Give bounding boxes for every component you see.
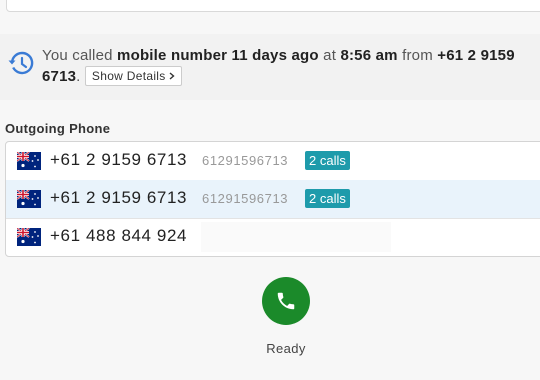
outgoing-phone-list: +61 2 9159 6713 61291596713 2 calls +61 … [5, 141, 540, 257]
phone-raw-digits: 61291596713 [202, 153, 289, 168]
notice-time: 8:56 am [340, 47, 398, 64]
phone-icon [277, 292, 295, 310]
call-status: Ready [266, 341, 306, 356]
call-button[interactable] [262, 277, 310, 325]
call-count-badge: 2 calls [305, 189, 350, 208]
notice-prefix: You called [42, 47, 118, 64]
previous-card [6, 0, 540, 12]
phone-raw-digits: 61291596713 [202, 191, 289, 206]
show-details-button[interactable]: Show Details [84, 66, 183, 86]
phone-option[interactable]: +61 2 9159 6713 61291596713 2 calls [6, 142, 540, 181]
call-count-badge: 2 calls [305, 151, 350, 170]
phone-number: +61 2 9159 6713 [50, 150, 188, 169]
dialer-panel: You called mobile number 11 days ago at … [0, 0, 540, 380]
notice-at: at [318, 47, 341, 64]
last-call-notice: You called mobile number 11 days ago at … [0, 34, 540, 100]
notice-period: . [76, 68, 81, 85]
notice-text: You called mobile number 11 days ago at … [42, 45, 532, 87]
phone-number: +61 2 9159 6713 [50, 188, 188, 207]
notice-target: mobile number 11 days ago [117, 47, 319, 64]
show-details-label: Show Details [91, 69, 166, 83]
empty-placeholder [201, 222, 391, 252]
chevron-right-icon [169, 72, 175, 80]
outgoing-phone-title: Outgoing Phone [5, 121, 111, 136]
phone-option[interactable]: +61 488 844 924 [6, 218, 540, 256]
phone-option-selected[interactable]: +61 2 9159 6713 61291596713 2 calls [6, 180, 540, 219]
phone-number: +61 488 844 924 [50, 226, 188, 245]
notice-from: from [397, 47, 438, 64]
